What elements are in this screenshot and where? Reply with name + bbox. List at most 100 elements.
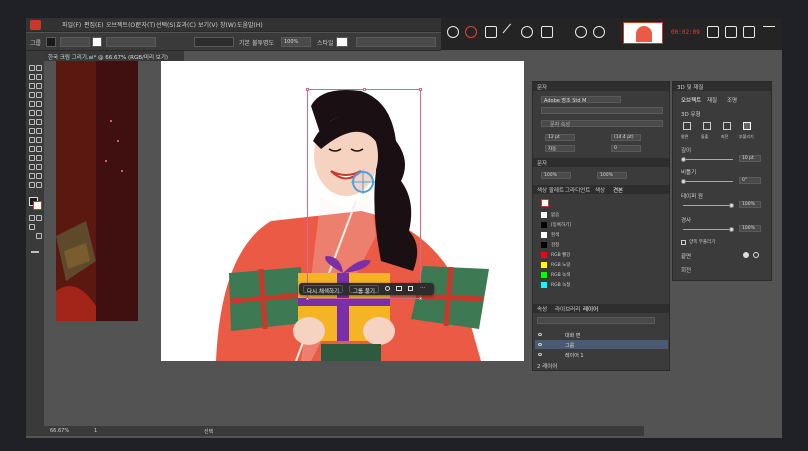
taper-field[interactable]: 100% bbox=[739, 201, 761, 208]
swatch-row[interactable]: 검정 bbox=[541, 242, 666, 249]
swatch-row[interactable]: 없음 bbox=[541, 212, 666, 219]
duplicate-icon[interactable] bbox=[396, 286, 402, 291]
subtab-material[interactable]: 재질 bbox=[707, 96, 717, 104]
char-search-field[interactable]: 문자 속성 bbox=[541, 120, 663, 128]
swatch-color[interactable] bbox=[541, 262, 547, 268]
swatch-row[interactable]: [등록하기] bbox=[541, 222, 666, 229]
crop-icon[interactable] bbox=[541, 26, 553, 38]
camera-icon[interactable] bbox=[593, 26, 605, 38]
image-icon[interactable] bbox=[725, 26, 737, 38]
twist-slider-track[interactable] bbox=[683, 181, 733, 182]
menu-help[interactable]: 도움말(H) bbox=[237, 20, 263, 29]
tab-transform[interactable]: 문자 bbox=[537, 159, 547, 167]
ungroup-button[interactable]: 그룹 풀기 bbox=[349, 285, 379, 295]
plane-type-icon[interactable] bbox=[683, 122, 691, 130]
depth-slider-knob[interactable] bbox=[681, 157, 686, 162]
menu-object[interactable]: 오브젝트(O) bbox=[106, 20, 138, 29]
zoom-tool-icon[interactable] bbox=[36, 182, 42, 188]
tab-swatches[interactable]: 견본 bbox=[613, 186, 623, 194]
layer-row[interactable]: 대화 면 bbox=[535, 330, 668, 339]
pen-icon[interactable] bbox=[502, 23, 520, 41]
swatch-color[interactable] bbox=[541, 242, 547, 248]
scale-tool-icon[interactable] bbox=[36, 119, 42, 125]
tracking-field[interactable]: 0 bbox=[611, 145, 641, 152]
taper-slider-track[interactable] bbox=[683, 205, 733, 206]
selection-tool-icon[interactable] bbox=[29, 65, 35, 71]
tab-libraries[interactable]: 라이브러리 bbox=[555, 305, 580, 313]
cap-off-icon[interactable] bbox=[753, 252, 759, 258]
width-tool-icon[interactable] bbox=[29, 128, 35, 134]
menu-effect[interactable]: 효과(C) bbox=[176, 20, 196, 29]
stroke-swatch[interactable] bbox=[92, 37, 102, 47]
tab-properties[interactable]: 속성 bbox=[537, 305, 547, 313]
menu-select[interactable]: 선택(S) bbox=[156, 20, 176, 29]
visibility-eye-icon[interactable] bbox=[538, 333, 542, 336]
fill-dropdown[interactable] bbox=[60, 37, 90, 47]
lock-icon[interactable] bbox=[408, 286, 413, 291]
vscale-field[interactable]: 100% bbox=[541, 172, 571, 179]
swatch-row[interactable]: RGB 빨강 bbox=[541, 252, 666, 259]
bevel-slider-track[interactable] bbox=[683, 229, 733, 230]
lasso-icon[interactable] bbox=[36, 74, 42, 80]
blend-tool-icon[interactable] bbox=[36, 155, 42, 161]
twist-field[interactable]: 0° bbox=[739, 177, 761, 184]
layer-row[interactable]: 그룹 bbox=[535, 340, 668, 349]
line-tool-icon[interactable] bbox=[36, 92, 42, 98]
menu-type[interactable]: 문자(T) bbox=[136, 20, 155, 29]
inflate-both-checkbox[interactable] bbox=[681, 240, 686, 245]
stroke-color-swatch[interactable] bbox=[33, 201, 42, 210]
inflate-type-icon[interactable] bbox=[743, 122, 751, 130]
curvature-tool-icon[interactable] bbox=[36, 83, 42, 89]
font-style-field[interactable] bbox=[541, 107, 663, 114]
selection-bounding-box[interactable] bbox=[306, 88, 422, 300]
rectangle-tool-icon[interactable] bbox=[29, 101, 35, 107]
depth-field[interactable]: 10 pt bbox=[739, 155, 761, 162]
extrude-type-icon[interactable] bbox=[703, 122, 711, 130]
menu-edit[interactable]: 편집(E) bbox=[84, 20, 104, 29]
bevel-field[interactable]: 100% bbox=[739, 225, 761, 232]
tab-layers[interactable]: 레이어 bbox=[583, 305, 598, 313]
monitor-icon[interactable] bbox=[743, 26, 755, 38]
subtab-object[interactable]: 오브젝트 bbox=[681, 96, 701, 104]
hscale-field[interactable]: 100% bbox=[597, 172, 627, 179]
pencil-icon[interactable] bbox=[29, 110, 35, 116]
menu-file[interactable]: 파일(F) bbox=[62, 20, 81, 29]
draw-mode-icon[interactable] bbox=[29, 224, 35, 230]
pen-tool-icon[interactable] bbox=[29, 83, 35, 89]
zoom-level[interactable]: 66.67% bbox=[50, 428, 69, 434]
recolor-icon[interactable] bbox=[385, 286, 390, 291]
screenshot-icon[interactable] bbox=[485, 26, 497, 38]
direct-selection-tool-icon[interactable] bbox=[36, 65, 42, 71]
font-size-field[interactable]: 12 pt bbox=[545, 134, 575, 141]
style-swatch[interactable] bbox=[336, 37, 348, 47]
swatch-color[interactable] bbox=[541, 252, 547, 258]
zoom-icon[interactable] bbox=[521, 26, 533, 38]
hand-tool-icon[interactable] bbox=[29, 182, 35, 188]
cap-on-icon[interactable] bbox=[743, 252, 749, 258]
eraser-icon[interactable] bbox=[36, 110, 42, 116]
gradient-mode-icon[interactable] bbox=[36, 215, 42, 221]
tab-3d-materials[interactable]: 3D 및 재질 bbox=[677, 83, 703, 91]
fill-swatch[interactable] bbox=[46, 37, 56, 47]
gradient-tool-icon[interactable] bbox=[36, 146, 42, 152]
shape-builder-icon[interactable] bbox=[29, 137, 35, 143]
visibility-eye-icon[interactable] bbox=[538, 343, 542, 346]
bevel-slider-knob[interactable] bbox=[729, 227, 734, 232]
perspective-grid-icon[interactable] bbox=[36, 137, 42, 143]
align-controls[interactable] bbox=[356, 37, 436, 47]
stroke-weight-field[interactable] bbox=[106, 37, 156, 47]
rotate-tool-icon[interactable] bbox=[29, 119, 35, 125]
swatch-row[interactable]: RGB 녹색 bbox=[541, 272, 666, 279]
swatch-row[interactable]: 흰색 bbox=[541, 232, 666, 239]
record-stop-icon[interactable] bbox=[465, 26, 477, 38]
leading-field[interactable]: (14.4 pt) bbox=[611, 134, 641, 141]
swatch-fill-indicator[interactable] bbox=[541, 199, 549, 207]
kerning-field[interactable]: 자동 bbox=[545, 145, 575, 152]
more-tools-icon[interactable] bbox=[31, 251, 39, 253]
swatch-color[interactable] bbox=[541, 212, 547, 218]
depth-slider-track[interactable] bbox=[683, 159, 733, 160]
menu-window[interactable]: 창(W) bbox=[220, 20, 236, 29]
record-circle-icon[interactable] bbox=[447, 26, 459, 38]
taper-slider-knob[interactable] bbox=[729, 203, 734, 208]
tab-color-guide[interactable]: 색상 팔레트 bbox=[537, 186, 564, 194]
